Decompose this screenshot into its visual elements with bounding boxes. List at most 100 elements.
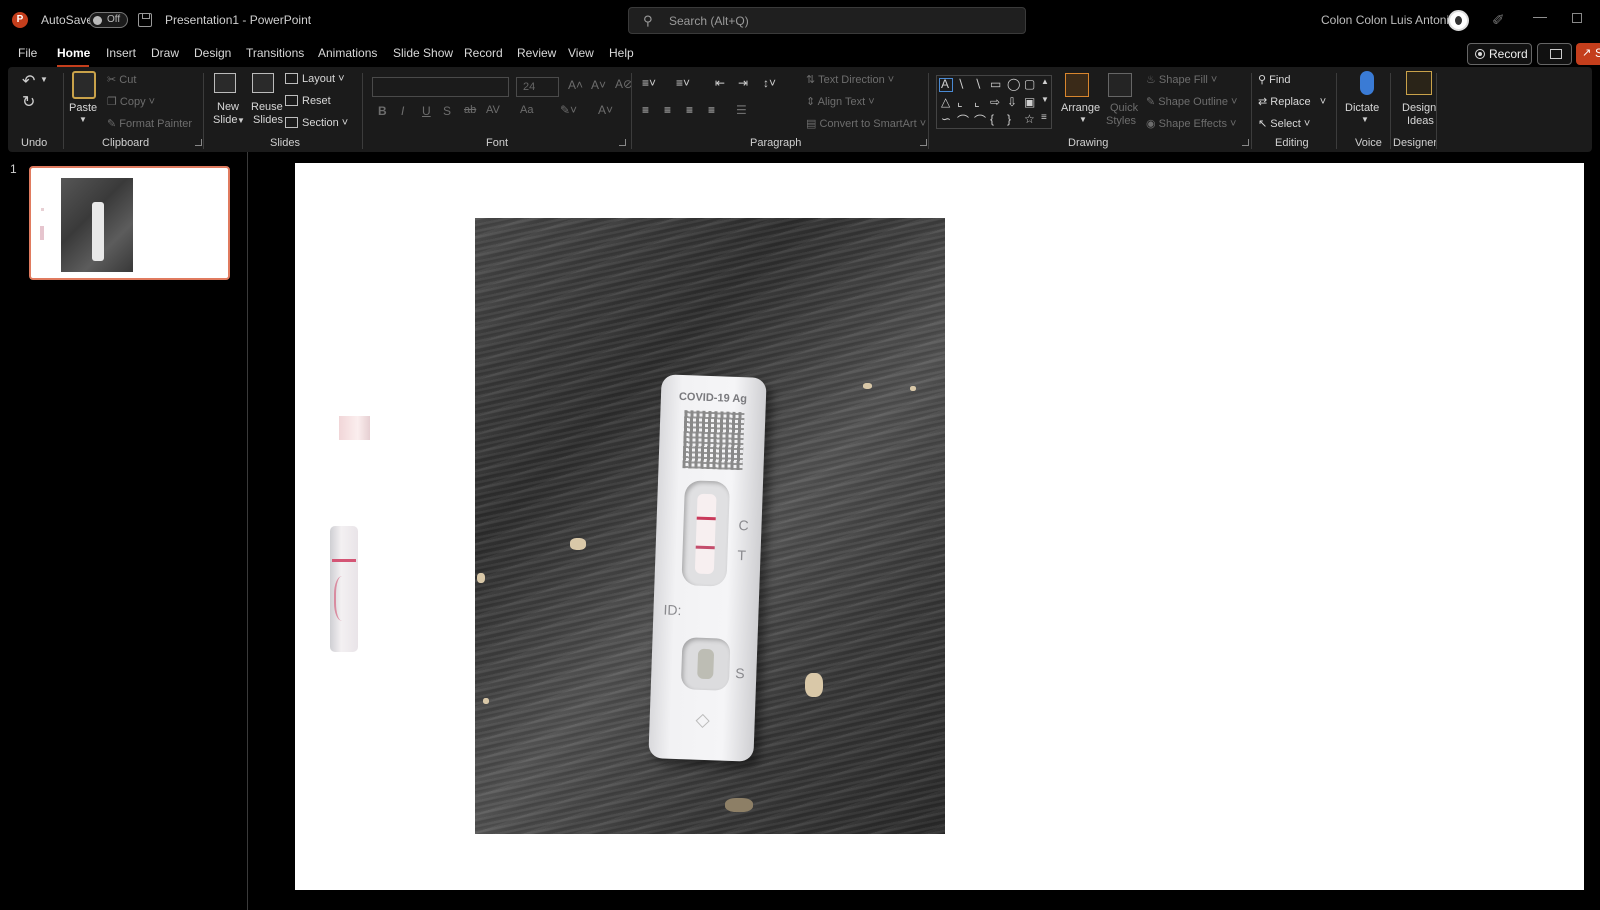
tab-file[interactable]: File [18, 46, 37, 60]
tab-animations[interactable]: Animations [318, 46, 377, 60]
select-button[interactable]: ↖ Select ˅ [1258, 117, 1310, 130]
arc-shape-icon[interactable]: ⌒ [974, 112, 986, 129]
align-right-icon[interactable]: ≡ [686, 103, 693, 117]
user-name[interactable]: Colon Colon Luis Antonio [1321, 13, 1456, 27]
font-launcher-icon[interactable] [619, 139, 626, 146]
slide-thumbnail[interactable] [29, 166, 230, 280]
tab-review[interactable]: Review [517, 46, 556, 60]
line-shape-icon[interactable]: ∖ [957, 77, 965, 91]
right-brace-shape-icon[interactable]: } [1007, 112, 1011, 126]
slide-canvas[interactable]: COVID-19 Ag C T ID: S [295, 163, 1584, 890]
arrange-icon[interactable] [1065, 73, 1089, 97]
decrease-indent-icon[interactable]: ⇤ [715, 76, 725, 90]
reuse-slides-icon[interactable] [252, 73, 274, 93]
align-center-icon[interactable]: ≡ [664, 103, 671, 117]
record-button[interactable]: Record [1467, 43, 1532, 65]
arrange-dropdown-icon[interactable]: ▼ [1079, 115, 1087, 124]
dictate-dropdown-icon[interactable]: ▼ [1361, 115, 1369, 124]
font-family-input[interactable] [372, 77, 509, 97]
tab-view[interactable]: View [568, 46, 594, 60]
reset-button[interactable]: Reset [285, 95, 331, 107]
strikethrough-button: ab [464, 104, 477, 116]
arrange-button[interactable]: Arrange [1061, 102, 1100, 114]
tab-transitions[interactable]: Transitions [246, 46, 304, 60]
undo-dropdown-icon[interactable]: ▼ [40, 75, 48, 84]
find-label: Find [1269, 74, 1291, 86]
rectangle-shape-icon[interactable]: ▭ [990, 77, 1001, 91]
drawing-launcher-icon[interactable] [1242, 139, 1249, 146]
left-brace-shape-icon[interactable]: { [990, 112, 994, 126]
connector-shape-icon[interactable]: ⌞ [974, 95, 980, 109]
tab-design[interactable]: Design [194, 46, 231, 60]
paste-button[interactable]: Paste [69, 102, 97, 114]
tab-insert[interactable]: Insert [106, 46, 136, 60]
search-box[interactable]: ⚲ Search (Alt+Q) [628, 7, 1026, 34]
tab-help[interactable]: Help [609, 46, 634, 60]
new-slide-icon[interactable] [214, 73, 236, 93]
replace-button[interactable]: ⇄ Replace ˅ [1258, 95, 1326, 108]
shape-effects-button: ◉ Shape Effects ˅ [1146, 118, 1237, 130]
test-photo[interactable]: COVID-19 Ag C T ID: S [475, 218, 945, 834]
layout-button[interactable]: Layout ˅ [285, 73, 345, 85]
reset-label: Reset [302, 95, 331, 107]
reuse-slides-label-2[interactable]: Slides [253, 114, 283, 126]
save-icon[interactable] [138, 13, 152, 27]
minimize-icon[interactable]: — [1533, 8, 1547, 24]
design-ideas-icon[interactable] [1406, 71, 1432, 95]
paste-icon[interactable] [72, 71, 96, 99]
tab-record[interactable]: Record [464, 46, 503, 60]
star-shape-icon[interactable]: ☆ [1024, 112, 1035, 126]
design-ideas-label-2[interactable]: Ideas [1407, 115, 1434, 127]
text-box-shape-icon[interactable]: A [941, 77, 949, 91]
align-left-icon[interactable]: ≡ [642, 103, 649, 117]
design-ideas-label-1[interactable]: Design [1402, 102, 1436, 114]
gallery-more-icon[interactable]: ≡ [1041, 112, 1047, 123]
numbering-icon[interactable]: ≡˅ [676, 76, 690, 90]
line-shape-icon[interactable]: ∖ [974, 77, 982, 91]
triangle-shape-icon[interactable]: △ [941, 95, 950, 109]
increase-indent-icon[interactable]: ⇥ [738, 76, 748, 90]
freeform-shape-icon[interactable]: ∽ [941, 112, 951, 126]
gallery-scroll-down-icon[interactable]: ▼ [1041, 95, 1049, 104]
gallery-scroll-up-icon[interactable]: ▲ [1041, 77, 1049, 86]
new-slide-label-1[interactable]: New [217, 101, 239, 113]
microphone-icon[interactable] [1360, 71, 1374, 95]
connector-shape-icon[interactable]: ⌞ [957, 95, 963, 109]
cropped-image-test-strip[interactable] [330, 526, 358, 652]
new-slide-label-2[interactable]: Slide [213, 114, 237, 126]
justify-icon[interactable]: ≡ [708, 103, 715, 117]
reuse-slides-label-1[interactable]: Reuse [251, 101, 283, 113]
redo-icon[interactable]: ↻ [22, 92, 35, 112]
oval-shape-icon[interactable]: ◯ [1007, 77, 1020, 91]
down-arrow-shape-icon[interactable]: ⇩ [1007, 95, 1017, 109]
curve-shape-icon[interactable]: ⌒ [957, 112, 969, 129]
find-button[interactable]: ⚲ Find [1258, 73, 1291, 86]
avatar[interactable] [1448, 10, 1469, 31]
tab-home[interactable]: Home [57, 46, 90, 60]
divider [1336, 73, 1337, 149]
maximize-icon[interactable] [1572, 13, 1582, 23]
debris-fleck [805, 673, 823, 697]
shapes-gallery[interactable]: A ∖ ∖ ▭ ◯ ▢ △ ⌞ ⌞ ⇨ ⇩ ▣ ∽ ⌒ ⌒ { } ☆ ▲ ▼ … [936, 75, 1052, 129]
line-spacing-icon[interactable]: ↕˅ [763, 76, 776, 90]
undo-icon[interactable]: ↶ [22, 71, 35, 91]
bullets-icon[interactable]: ≡˅ [642, 76, 656, 90]
comments-button[interactable] [1537, 43, 1572, 65]
tab-draw[interactable]: Draw [151, 46, 179, 60]
share-button[interactable]: ↗ S [1576, 43, 1600, 65]
new-slide-dropdown-icon[interactable]: ▼ [237, 116, 245, 125]
slide-number: 1 [10, 162, 17, 176]
rounded-rectangle-shape-icon[interactable]: ▢ [1024, 77, 1035, 91]
font-size-input[interactable]: 24 [516, 77, 559, 97]
callout-shape-icon[interactable]: ▣ [1024, 95, 1035, 109]
dictate-button[interactable]: Dictate [1345, 102, 1379, 114]
paste-dropdown-icon[interactable]: ▼ [79, 115, 87, 124]
section-button[interactable]: Section ˅ [285, 117, 348, 129]
cropped-image-small[interactable] [339, 416, 370, 440]
tab-slide-show[interactable]: Slide Show [393, 46, 453, 60]
paragraph-launcher-icon[interactable] [920, 139, 927, 146]
right-arrow-shape-icon[interactable]: ⇨ [990, 95, 1000, 109]
clipboard-launcher-icon[interactable] [195, 139, 202, 146]
pen-icon[interactable]: ✐ [1492, 11, 1505, 29]
autosave-toggle[interactable]: Off [89, 12, 128, 28]
